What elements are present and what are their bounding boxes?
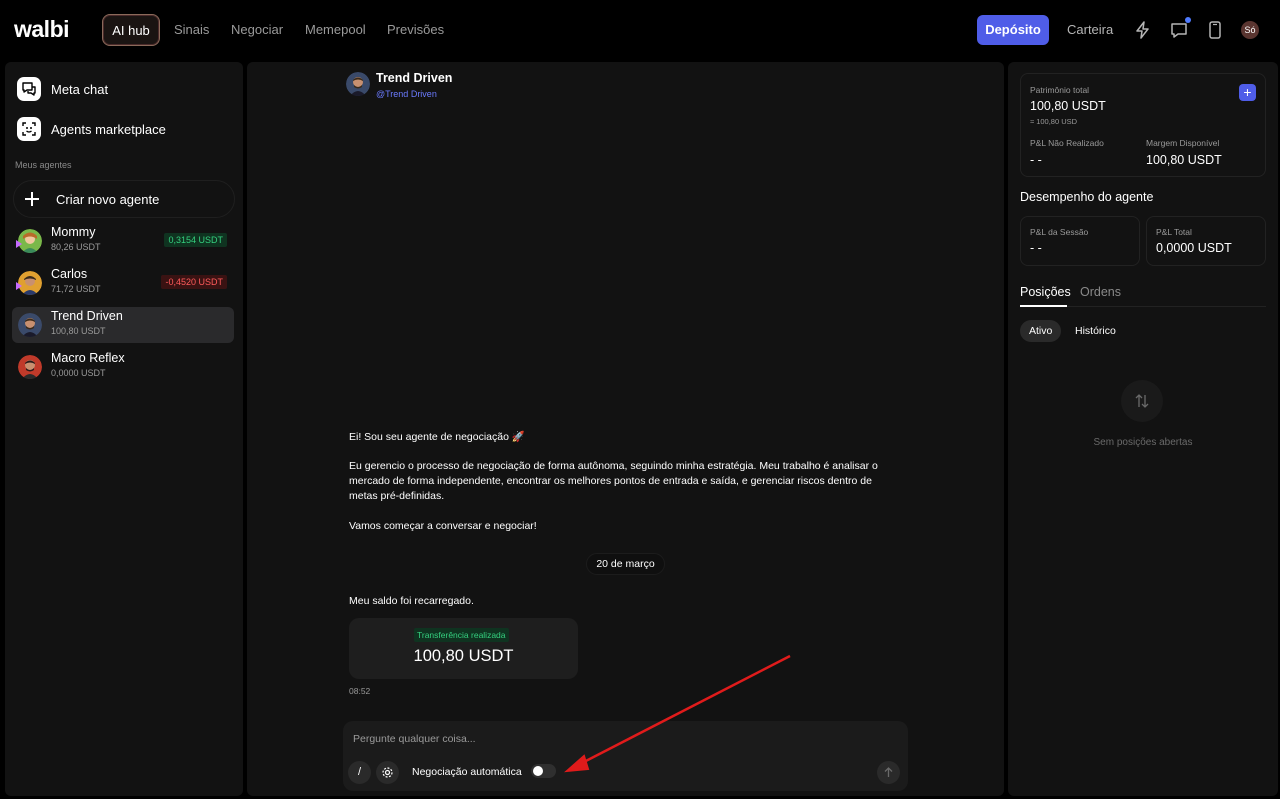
session-pnl-value: - -: [1030, 241, 1042, 255]
right-panel: Patrimônio total 100,80 USDT ≈ 100,80 US…: [1008, 62, 1278, 796]
agent-pnl-badge: -0,4520 USDT: [161, 275, 227, 289]
wallet-link[interactable]: Carteira: [1067, 15, 1113, 45]
chat-agent-avatar: [346, 72, 370, 96]
performance-title: Desempenho do agente: [1020, 190, 1154, 204]
gear-icon: [382, 767, 393, 778]
arrow-up-icon: [884, 767, 893, 777]
deposit-button[interactable]: Depósito: [977, 15, 1049, 45]
available-margin-label: Margem Disponível: [1146, 138, 1220, 148]
balance-message: Meu saldo foi recarregado.: [349, 595, 474, 607]
session-pnl-label: P&L da Sessão: [1030, 227, 1089, 237]
swap-arrows-icon: [1121, 380, 1163, 422]
filter-history[interactable]: Histórico: [1066, 320, 1125, 342]
slash-command-button[interactable]: /: [348, 761, 371, 784]
transfer-card: Transferência realizada 100,80 USDT: [349, 618, 578, 679]
nav-tab-ai-hub[interactable]: AI hub: [102, 14, 160, 46]
auto-trading-label: Negociação automática: [412, 766, 522, 778]
top-bar: walbi AI hub Sinais Negociar Memepool Pr…: [0, 0, 1280, 60]
agent-item-carlos[interactable]: Carlos 71,72 USDT -0,4520 USDT: [12, 265, 234, 301]
filter-active[interactable]: Ativo: [1020, 320, 1062, 342]
agent-name: Trend Driven: [51, 309, 123, 323]
my-agents-section-label: Meus agentes: [15, 160, 72, 170]
intro-greeting: Ei! Sou seu agente de negociação 🚀: [349, 431, 525, 443]
total-pnl-value: 0,0000 USDT: [1156, 241, 1232, 255]
total-pnl-label: P&L Total: [1156, 227, 1192, 237]
nav-tab-previsoes[interactable]: Previsões: [387, 14, 444, 46]
active-tab-indicator: [1020, 305, 1067, 307]
notification-dot: [1185, 17, 1191, 23]
unrealized-pnl-value: - -: [1030, 153, 1042, 167]
agent-balance: 80,26 USDT: [51, 242, 101, 252]
equity-card: Patrimônio total 100,80 USDT ≈ 100,80 US…: [1020, 73, 1266, 177]
total-pnl-card: P&L Total 0,0000 USDT: [1146, 216, 1266, 266]
walbi-logo[interactable]: walbi: [14, 18, 88, 42]
left-sidebar: Meta chat Agents marketplace Meus agente…: [5, 62, 243, 796]
tab-orders[interactable]: Ordens: [1080, 285, 1121, 299]
agent-name: Macro Reflex: [51, 351, 125, 365]
intro-body: Eu gerencio o processo de negociação de …: [349, 460, 878, 502]
user-avatar[interactable]: Só: [1241, 21, 1259, 39]
sidebar-item-meta-chat[interactable]: Meta chat: [17, 73, 108, 105]
unrealized-pnl-label: P&L Não Realizado: [1030, 138, 1104, 148]
equity-value: 100,80 USDT: [1030, 99, 1106, 113]
equity-usd: ≈ 100,80 USD: [1030, 117, 1078, 126]
lightning-icon[interactable]: [1132, 19, 1154, 41]
auto-trading-toggle[interactable]: [531, 764, 556, 778]
agent-balance: 0,0000 USDT: [51, 368, 106, 378]
settings-button[interactable]: [376, 761, 399, 784]
session-pnl-card: P&L da Sessão - -: [1020, 216, 1140, 266]
running-indicator-icon: [16, 240, 22, 248]
chat-composer: / Negociação automática: [343, 721, 908, 791]
agent-item-trend-driven[interactable]: Trend Driven 100,80 USDT: [12, 307, 234, 343]
agent-item-mommy[interactable]: Mommy 80,26 USDT 0,3154 USDT: [12, 223, 234, 259]
chat-agent-handle[interactable]: @Trend Driven: [376, 89, 437, 99]
plus-icon: [24, 191, 40, 207]
available-margin-value: 100,80 USDT: [1146, 153, 1222, 167]
send-button[interactable]: [877, 761, 900, 784]
intro-cta: Vamos começar a conversar e negociar!: [349, 520, 537, 532]
sidebar-item-label: Meta chat: [51, 81, 109, 97]
svg-text:walbi: walbi: [14, 18, 69, 42]
create-agent-button[interactable]: Criar novo agente: [13, 180, 235, 218]
chat-bubbles-icon: [17, 77, 41, 101]
running-indicator-icon: [16, 282, 22, 290]
sidebar-item-label: Agents marketplace: [51, 121, 166, 137]
agent-pnl-badge: 0,3154 USDT: [164, 233, 227, 247]
chat-agent-name: Trend Driven: [376, 71, 453, 85]
agent-balance: 100,80 USDT: [51, 326, 106, 336]
robot-face-icon: [17, 117, 41, 141]
add-funds-button[interactable]: +: [1239, 84, 1256, 101]
chat-panel: Trend Driven @Trend Driven Ei! Sou seu a…: [247, 62, 1004, 796]
agent-balance: 71,72 USDT: [51, 284, 101, 294]
agent-name: Carlos: [51, 267, 88, 281]
transfer-status-badge: Transferência realizada: [414, 628, 509, 642]
agent-avatar: [18, 313, 42, 337]
nav-tab-negociar[interactable]: Negociar: [231, 14, 283, 46]
toggle-knob: [533, 766, 543, 776]
nav-tab-sinais[interactable]: Sinais: [174, 14, 209, 46]
create-agent-label: Criar novo agente: [56, 191, 160, 207]
tab-positions[interactable]: Posições: [1020, 285, 1071, 299]
transfer-amount: 100,80 USDT: [413, 647, 514, 665]
mobile-phone-icon[interactable]: [1204, 19, 1226, 41]
agent-avatar: [18, 355, 42, 379]
chat-input[interactable]: [353, 730, 873, 748]
equity-label: Patrimônio total: [1030, 85, 1090, 95]
agent-name: Mommy: [51, 225, 96, 239]
nav-tab-memepool[interactable]: Memepool: [305, 14, 366, 46]
empty-positions-text: Sem posições abertas: [1093, 437, 1193, 448]
message-timestamp: 08:52: [349, 686, 371, 696]
sidebar-item-agents-marketplace[interactable]: Agents marketplace: [17, 113, 166, 145]
agent-item-macro-reflex[interactable]: Macro Reflex 0,0000 USDT: [12, 349, 234, 385]
date-separator: 20 de março: [586, 553, 665, 575]
